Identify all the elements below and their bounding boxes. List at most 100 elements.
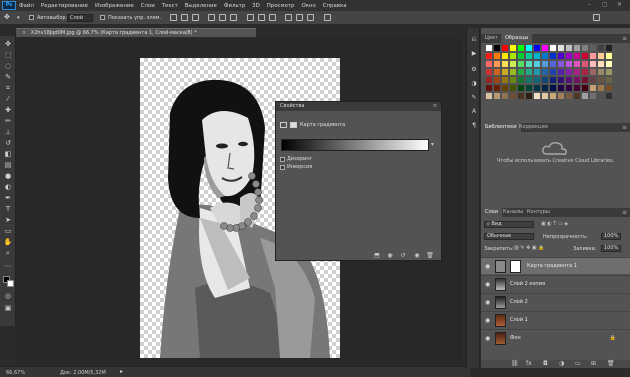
color-swatch[interactable] xyxy=(534,53,540,59)
color-swatch[interactable] xyxy=(574,77,580,83)
auto-align-icon[interactable] xyxy=(324,14,331,21)
color-swatch[interactable] xyxy=(582,77,588,83)
new-group-icon[interactable]: ▭ xyxy=(575,360,581,367)
layer-name[interactable]: Слой 2 xyxy=(510,299,528,305)
color-swatch[interactable] xyxy=(582,85,588,91)
lasso-tool-icon[interactable]: ◌ xyxy=(3,62,13,71)
path-select-tool-icon[interactable]: ➤ xyxy=(3,216,13,225)
color-swatch[interactable] xyxy=(534,77,540,83)
color-swatch[interactable] xyxy=(526,61,532,67)
blur-tool-icon[interactable]: ● xyxy=(3,172,13,181)
color-swatch[interactable] xyxy=(542,93,548,99)
mask-icon[interactable] xyxy=(290,122,297,128)
layers-menu-icon[interactable]: ≡ xyxy=(622,208,627,217)
status-arrow-icon[interactable]: ▸ xyxy=(120,368,123,375)
color-swatch[interactable] xyxy=(582,45,588,51)
color-swatch[interactable] xyxy=(598,85,604,91)
minimize-button[interactable]: – xyxy=(588,1,591,8)
color-swatch[interactable] xyxy=(566,45,572,51)
show-controls-checkbox[interactable] xyxy=(100,15,105,20)
color-swatch[interactable] xyxy=(606,69,612,75)
screen-mode-icon[interactable]: ▣ xyxy=(3,304,13,313)
color-swatch[interactable] xyxy=(550,45,556,51)
color-swatch[interactable] xyxy=(574,61,580,67)
layer-filter-dropdown[interactable]: ⌕ Вид xyxy=(484,221,534,228)
color-swatch[interactable] xyxy=(566,85,572,91)
color-swatch[interactable] xyxy=(590,69,596,75)
layer-row[interactable]: ◉ Слой 2 xyxy=(481,293,630,310)
color-swatch[interactable] xyxy=(534,69,540,75)
color-swatch[interactable] xyxy=(598,93,604,99)
rectangle-tool-icon[interactable]: ▭ xyxy=(3,227,13,236)
layer-row[interactable]: ◉ Карта градиента 1 xyxy=(481,257,630,274)
color-swatch[interactable] xyxy=(502,61,508,67)
workspace-icon[interactable] xyxy=(593,14,600,21)
layer-name[interactable]: Карта градиента 1 xyxy=(527,263,577,269)
color-swatch[interactable] xyxy=(542,53,548,59)
tab-swatches[interactable]: Образцы xyxy=(501,34,533,43)
color-swatch[interactable] xyxy=(598,45,604,51)
fill-input[interactable]: 100% xyxy=(601,245,621,252)
color-swatch[interactable] xyxy=(486,85,492,91)
color-swatch[interactable] xyxy=(526,85,532,91)
color-swatch[interactable] xyxy=(542,45,548,51)
color-swatch[interactable] xyxy=(582,61,588,67)
layer-name[interactable]: Фон xyxy=(510,335,521,341)
align-top-icon[interactable] xyxy=(170,14,177,21)
color-swatch[interactable] xyxy=(558,93,564,99)
color-swatch[interactable] xyxy=(486,69,492,75)
color-swatch[interactable] xyxy=(558,53,564,59)
color-swatch[interactable] xyxy=(542,77,548,83)
document-tab[interactable]: × X2hv18Jqd0M.jpg @ 66,7% (Карта градиен… xyxy=(16,28,256,37)
align-left-icon[interactable] xyxy=(208,14,215,21)
color-swatch[interactable] xyxy=(518,53,524,59)
marquee-tool-icon[interactable]: ⬚ xyxy=(3,51,13,60)
hand-tool-icon[interactable]: ✋ xyxy=(3,238,13,247)
distribute-right-icon[interactable] xyxy=(307,14,314,21)
visibility-eye-icon[interactable]: ◉ xyxy=(413,253,421,259)
actions-panel-icon[interactable]: ▶ xyxy=(470,50,478,58)
swatches-menu-icon[interactable]: ≡ xyxy=(622,34,627,43)
color-swatch[interactable] xyxy=(574,53,580,59)
visibility-eye-icon[interactable]: ◉ xyxy=(485,281,490,288)
color-swatch[interactable] xyxy=(590,61,596,67)
menu-help[interactable]: Справка xyxy=(323,3,347,9)
menu-3d[interactable]: 3D xyxy=(252,3,260,9)
visibility-eye-icon[interactable]: ◉ xyxy=(485,299,490,306)
gradient-tool-icon[interactable]: ▤ xyxy=(3,161,13,170)
character-panel-icon[interactable]: A xyxy=(470,108,478,116)
healing-brush-tool-icon[interactable]: ✚ xyxy=(3,106,13,115)
color-swatch[interactable] xyxy=(598,53,604,59)
color-swatch[interactable] xyxy=(534,93,540,99)
color-swatch[interactable] xyxy=(550,85,556,91)
background-color-swatch[interactable] xyxy=(7,280,14,287)
color-swatch[interactable] xyxy=(518,45,524,51)
properties-menu-icon[interactable]: ≡ xyxy=(433,102,437,111)
color-swatch[interactable] xyxy=(486,93,492,99)
clone-stamp-tool-icon[interactable]: ⊥ xyxy=(3,128,13,137)
color-swatch[interactable] xyxy=(606,45,612,51)
color-swatch[interactable] xyxy=(606,61,612,67)
dodge-tool-icon[interactable]: ◐ xyxy=(3,183,13,192)
blend-mode-dropdown[interactable]: Обычные xyxy=(484,233,534,240)
reverse-checkbox[interactable] xyxy=(280,164,285,170)
align-right-icon[interactable] xyxy=(230,14,237,21)
color-swatch[interactable] xyxy=(606,85,612,91)
zoom-level[interactable]: 66,67% xyxy=(6,370,25,376)
color-swatch[interactable] xyxy=(566,61,572,67)
menu-type[interactable]: Текст xyxy=(162,3,178,9)
color-swatch[interactable] xyxy=(550,53,556,59)
color-swatch[interactable] xyxy=(566,53,572,59)
color-swatch[interactable] xyxy=(558,69,564,75)
color-swatch[interactable] xyxy=(486,45,492,51)
color-swatch[interactable] xyxy=(510,61,516,67)
color-swatch[interactable] xyxy=(542,69,548,75)
new-layer-icon[interactable]: ⊞ xyxy=(591,360,596,367)
color-swatch[interactable] xyxy=(534,85,540,91)
color-swatch[interactable] xyxy=(518,85,524,91)
distribute-center-icon[interactable] xyxy=(296,14,303,21)
color-swatch[interactable] xyxy=(502,45,508,51)
properties-header[interactable]: Свойства ≡ xyxy=(276,102,441,111)
color-swatch[interactable] xyxy=(582,69,588,75)
eraser-tool-icon[interactable]: ◧ xyxy=(3,150,13,159)
